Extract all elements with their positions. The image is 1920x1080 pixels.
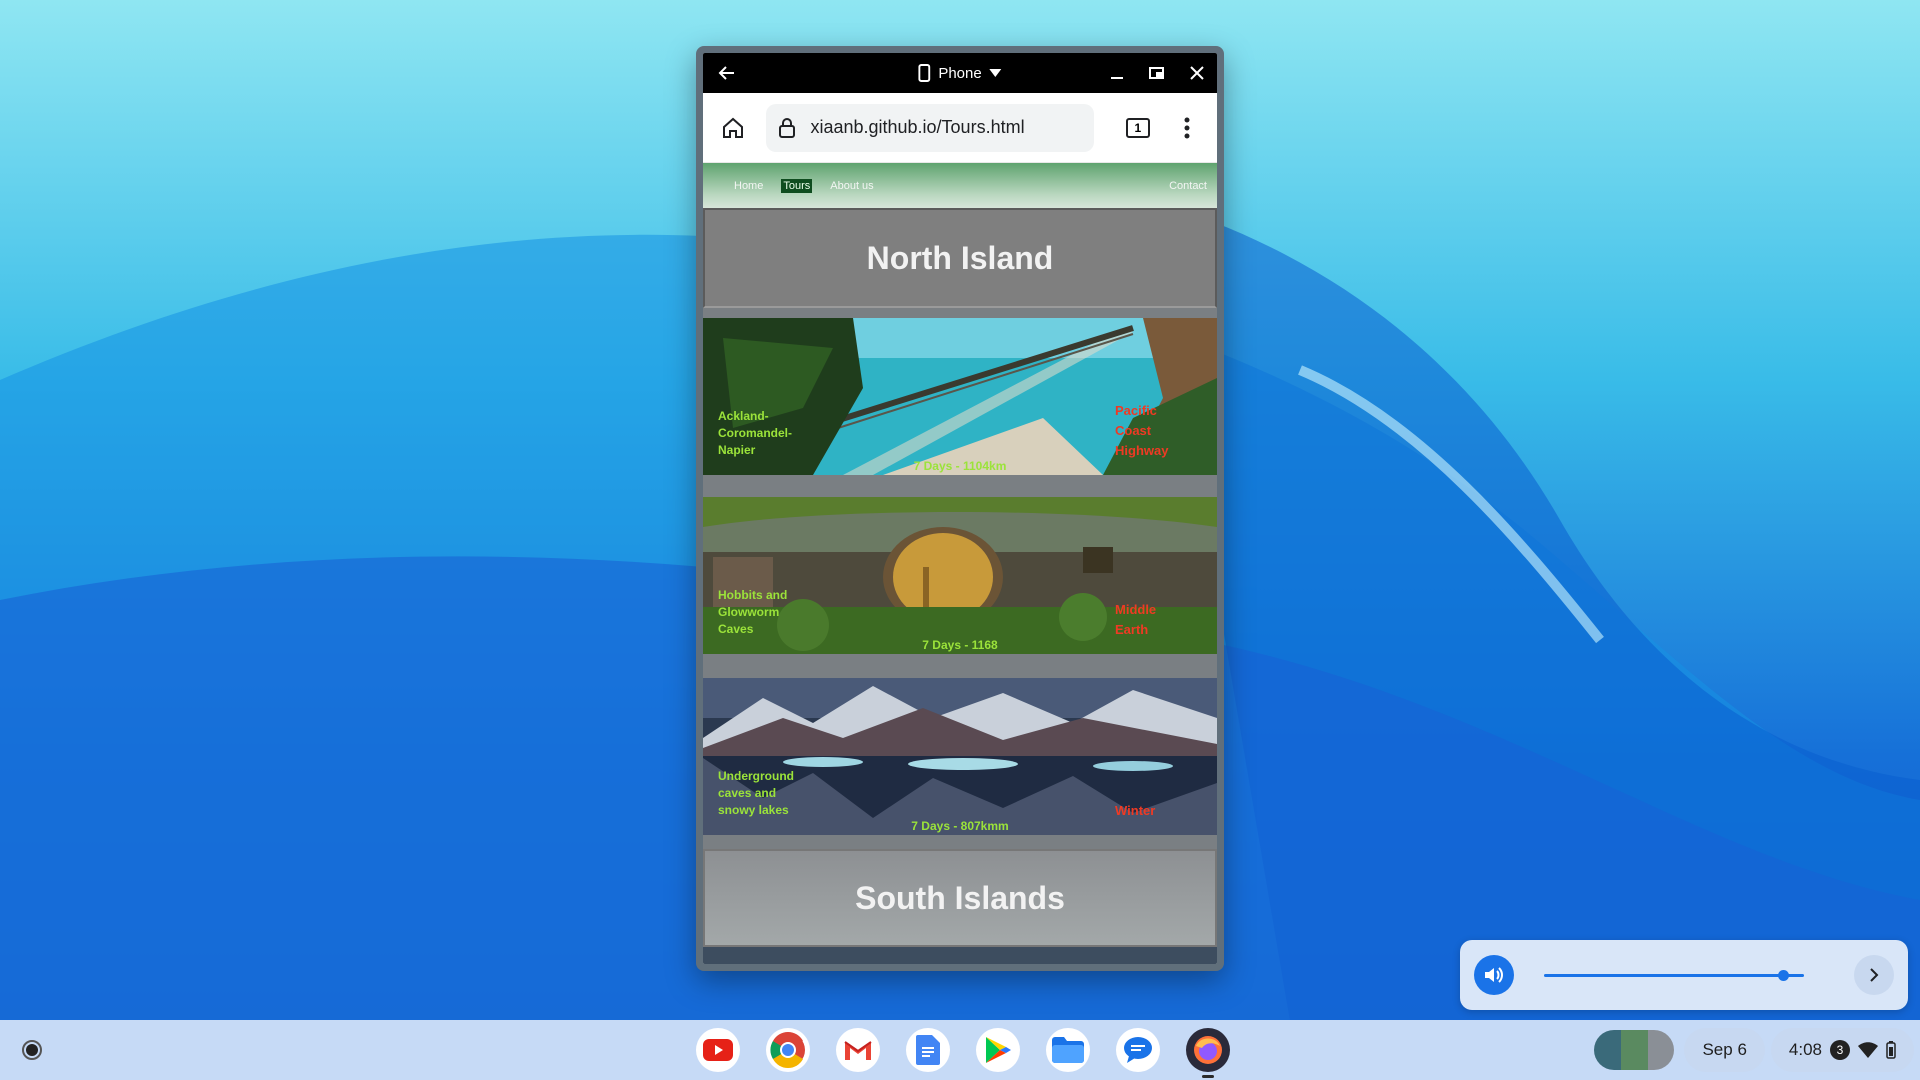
launcher-button[interactable]	[12, 1030, 52, 1070]
volume-knob[interactable]	[1778, 970, 1790, 981]
tab-count: 1	[1125, 117, 1150, 138]
dropdown-caret-icon	[989, 69, 1002, 77]
tour-1-left-label: Ackland-Coromandel-Napier	[718, 409, 793, 457]
nav-tours[interactable]: Tours	[781, 178, 813, 193]
device-mode-label: Phone	[938, 64, 982, 82]
web-content[interactable]: Home Tours About us Contact North Island	[703, 163, 1217, 964]
restore-icon[interactable]	[1137, 53, 1177, 93]
north-island-heading: North Island	[703, 208, 1217, 308]
running-indicator	[1202, 1075, 1214, 1078]
youtube-icon[interactable]	[696, 1028, 740, 1072]
firefox-icon[interactable]	[1186, 1028, 1230, 1078]
nav-home[interactable]: Home	[734, 180, 763, 192]
tour-2-left-label: Hobbits and Glowworm Caves	[718, 588, 788, 636]
site-nav: Home Tours About us Contact	[703, 163, 1217, 208]
shelf: Sep 6 4:08 3	[0, 1020, 1920, 1080]
battery-icon	[1886, 1041, 1896, 1059]
nav-about[interactable]: About us	[830, 180, 873, 192]
tour-3-left-label: Underground caves and snowy lakes	[718, 769, 794, 817]
wifi-icon	[1858, 1042, 1878, 1058]
volume-slider[interactable]	[1544, 965, 1804, 985]
browser-window: Phone xiaanb.github.io/Tours.html 1 Home…	[696, 46, 1224, 971]
gmail-icon[interactable]	[836, 1028, 880, 1072]
volume-track	[1544, 974, 1804, 977]
tab-switcher-button[interactable]: 1	[1118, 108, 1157, 148]
notification-count-badge: 3	[1830, 1040, 1850, 1060]
docs-icon[interactable]	[906, 1028, 950, 1072]
status-tray: Sep 6 4:08 3	[1594, 1028, 1920, 1072]
close-icon[interactable]	[1177, 53, 1217, 93]
play-store-icon[interactable]	[976, 1028, 1020, 1072]
device-mode-selector[interactable]: Phone	[918, 64, 1002, 82]
tour-2-meta: 7 Days - 1168	[922, 638, 998, 652]
tour-2-right-label: Middle Earth	[1115, 602, 1157, 637]
more-menu-icon[interactable]	[1168, 108, 1207, 148]
tour-1-right-label: Pacific Coast Highway	[1115, 403, 1169, 458]
pinned-apps	[696, 1028, 1230, 1078]
window-titlebar: Phone	[703, 53, 1217, 93]
chevron-right-icon[interactable]	[1854, 955, 1894, 995]
url-text: xiaanb.github.io/Tours.html	[810, 117, 1025, 137]
lock-icon	[779, 117, 796, 138]
files-icon[interactable]	[1046, 1028, 1090, 1072]
address-bar[interactable]: xiaanb.github.io/Tours.html	[766, 103, 1095, 152]
browser-toolbar: xiaanb.github.io/Tours.html 1	[703, 93, 1217, 163]
home-icon[interactable]	[713, 108, 752, 148]
tour-1-meta: 7 Days - 1104km	[913, 459, 1007, 473]
tour-card-2[interactable]: Hobbits and Glowworm Caves Middle Earth …	[703, 497, 1217, 654]
holding-space-thumbnails[interactable]	[1594, 1030, 1675, 1070]
back-arrow-icon[interactable]	[707, 53, 747, 93]
chrome-icon[interactable]	[766, 1028, 810, 1072]
date-pill[interactable]: Sep 6	[1684, 1028, 1765, 1072]
nav-contact[interactable]: Contact	[1169, 180, 1207, 192]
tour-card-1[interactable]: Ackland-Coromandel-Napier Pacific Coast …	[703, 318, 1217, 475]
clock: 4:08	[1788, 1040, 1822, 1059]
speaker-icon[interactable]	[1474, 955, 1514, 995]
tour-3-right-label: Winter	[1115, 803, 1156, 818]
messages-icon[interactable]	[1116, 1028, 1160, 1072]
minimize-icon[interactable]	[1097, 53, 1137, 93]
volume-popup	[1460, 940, 1908, 1010]
tour-3-meta: 7 Days - 807kmm	[911, 819, 1009, 833]
phone-icon	[918, 64, 931, 82]
status-area[interactable]: 4:08 3	[1770, 1028, 1914, 1072]
tour-card-3[interactable]: Underground caves and snowy lakes Winter…	[703, 678, 1217, 835]
next-tour-image	[703, 947, 1217, 964]
south-islands-heading: South Islands	[703, 849, 1217, 947]
